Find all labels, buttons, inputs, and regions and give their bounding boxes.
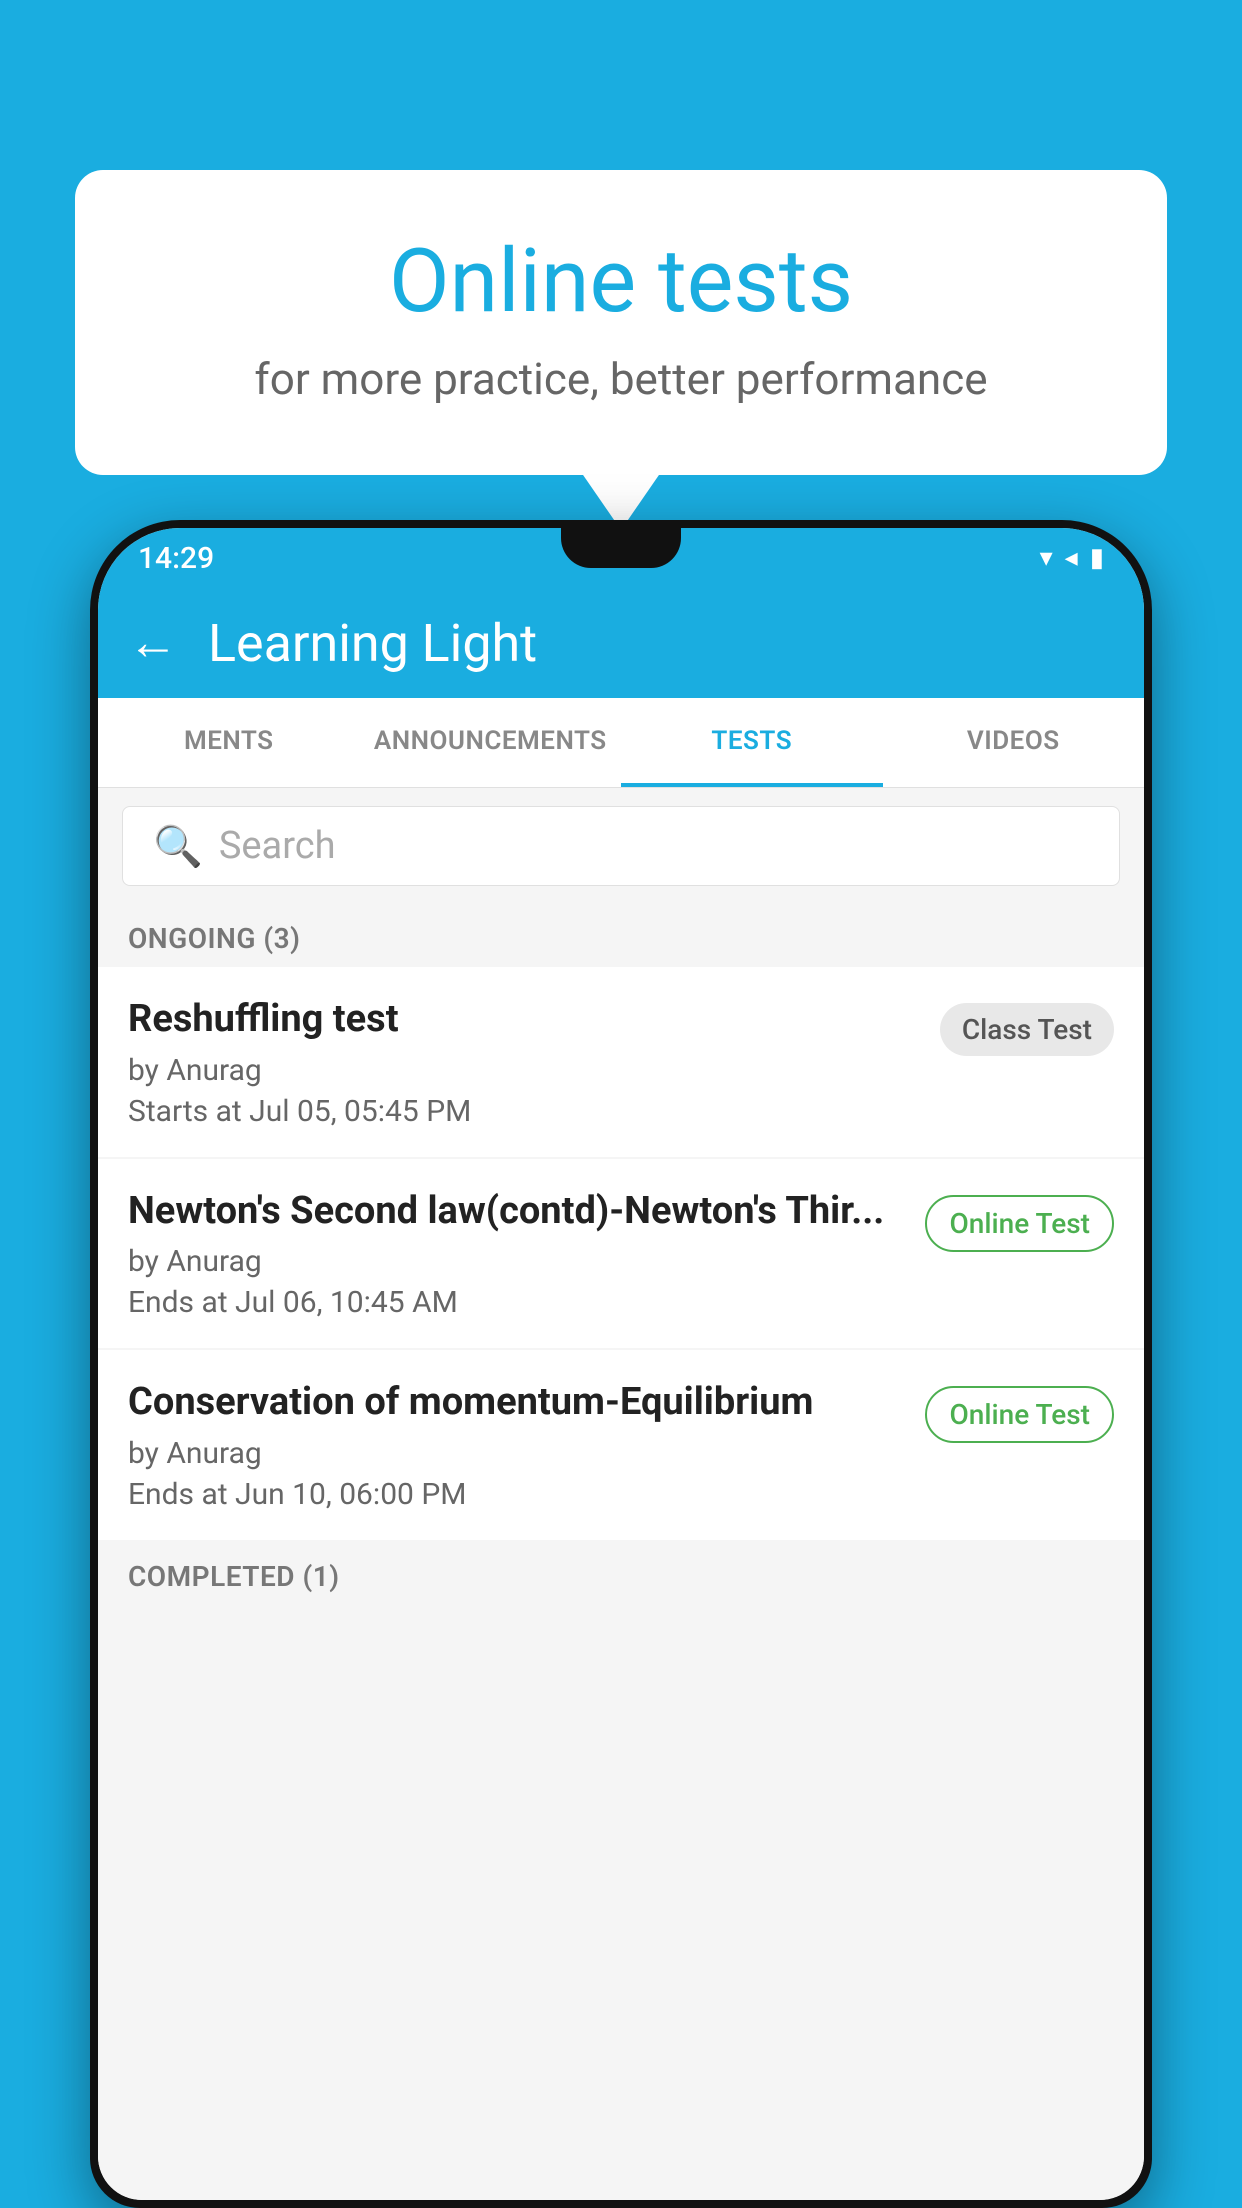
test-title-3: Conservation of momentum-Equilibrium (128, 1380, 905, 1426)
search-container: 🔍 Search (98, 788, 1144, 904)
test-card-3-left: Conservation of momentum-Equilibrium by … (128, 1380, 925, 1512)
speech-bubble: Online tests for more practice, better p… (75, 170, 1167, 475)
tab-videos[interactable]: VIDEOS (883, 698, 1145, 787)
test-title-1: Reshuffling test (128, 997, 920, 1043)
tab-announcements[interactable]: ANNOUNCEMENTS (360, 698, 622, 787)
screen-content: 🔍 Search ONGOING (3) Reshuffling test by… (98, 788, 1144, 2200)
phone-frame: 14:29 ▾ ◂ ▮ ← Learning Light MENTS ANNOU… (90, 520, 1152, 2208)
test-by-1: by Anurag (128, 1053, 920, 1088)
search-bar[interactable]: 🔍 Search (122, 806, 1120, 886)
signal-icon: ◂ (1065, 543, 1078, 573)
notch (561, 528, 681, 568)
status-icons: ▾ ◂ ▮ (1040, 543, 1104, 573)
tab-assignments[interactable]: MENTS (98, 698, 360, 787)
wifi-icon: ▾ (1040, 543, 1053, 573)
test-card-3[interactable]: Conservation of momentum-Equilibrium by … (98, 1350, 1144, 1540)
test-time-1: Starts at Jul 05, 05:45 PM (128, 1094, 920, 1129)
bubble-subtitle: for more practice, better performance (155, 353, 1087, 405)
search-icon: 🔍 (153, 823, 203, 870)
search-placeholder: Search (219, 824, 336, 868)
tab-tests[interactable]: TESTS (621, 698, 883, 787)
phone-screen: 14:29 ▾ ◂ ▮ ← Learning Light MENTS ANNOU… (98, 528, 1144, 2200)
test-card-2[interactable]: Newton's Second law(contd)-Newton's Thir… (98, 1159, 1144, 1349)
test-badge-2: Online Test (925, 1195, 1114, 1252)
test-time-2: Ends at Jul 06, 10:45 AM (128, 1285, 905, 1320)
test-card-2-left: Newton's Second law(contd)-Newton's Thir… (128, 1189, 925, 1321)
battery-icon: ▮ (1090, 543, 1104, 573)
test-time-3: Ends at Jun 10, 06:00 PM (128, 1477, 905, 1512)
test-badge-1: Class Test (940, 1003, 1114, 1056)
back-button[interactable]: ← (128, 618, 178, 668)
section-completed-header: COMPLETED (1) (98, 1542, 1144, 1605)
test-badge-3: Online Test (925, 1386, 1114, 1443)
test-card-1[interactable]: Reshuffling test by Anurag Starts at Jul… (98, 967, 1144, 1157)
app-bar-title: Learning Light (208, 613, 537, 674)
test-title-2: Newton's Second law(contd)-Newton's Thir… (128, 1189, 905, 1235)
test-card-1-left: Reshuffling test by Anurag Starts at Jul… (128, 997, 940, 1129)
status-time: 14:29 (138, 541, 214, 576)
bubble-title: Online tests (155, 230, 1087, 333)
app-bar: ← Learning Light (98, 588, 1144, 698)
section-ongoing-header: ONGOING (3) (98, 904, 1144, 967)
test-by-2: by Anurag (128, 1244, 905, 1279)
tab-bar: MENTS ANNOUNCEMENTS TESTS VIDEOS (98, 698, 1144, 788)
test-by-3: by Anurag (128, 1436, 905, 1471)
status-bar: 14:29 ▾ ◂ ▮ (98, 528, 1144, 588)
